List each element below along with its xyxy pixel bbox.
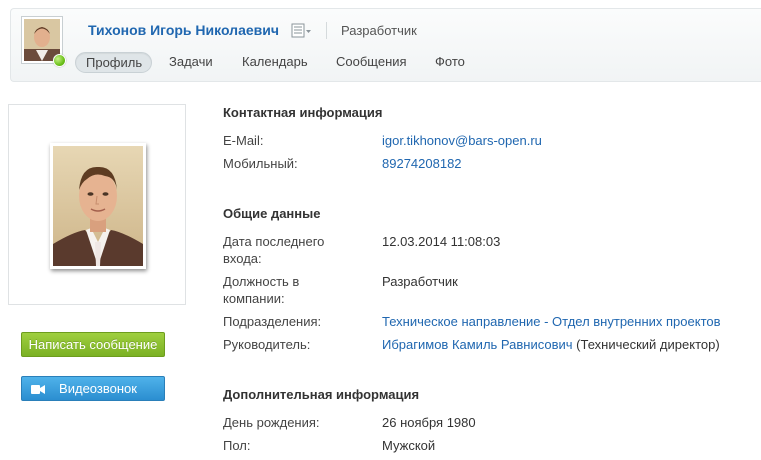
video-camera-icon: [31, 385, 45, 394]
extra-section-title: Дополнительная информация: [223, 387, 420, 402]
manager-label: Руководитель:: [223, 337, 311, 352]
profile-photo-image: [53, 146, 143, 266]
mobile-link[interactable]: 89274208182: [382, 155, 462, 172]
department-link[interactable]: Техническое направление - Отдел внутренн…: [382, 313, 721, 330]
manager-role: (Технический директор): [576, 337, 720, 352]
last-login-label-line2: входа:: [223, 251, 262, 266]
birthday-label: День рождения:: [223, 415, 320, 430]
company-position-label-line2: компании:: [223, 291, 285, 306]
tab-messages[interactable]: Сообщения: [336, 52, 407, 73]
manager-link[interactable]: Ибрагимов Камиль Равнисович: [382, 337, 573, 352]
tab-profile[interactable]: Профиль: [75, 52, 152, 73]
write-message-button[interactable]: Написать сообщение: [21, 332, 165, 357]
email-link[interactable]: igor.tikhonov@bars-open.ru: [382, 132, 542, 149]
last-login-label: Дата последнего входа:: [223, 233, 353, 267]
company-position-label-line1: Должность в: [223, 274, 300, 289]
header-divider: [326, 22, 327, 39]
user-full-name[interactable]: Тихонов Игорь Николаевич: [88, 22, 279, 38]
department-label: Подразделения:: [223, 314, 322, 329]
manager-value: Ибрагимов Камиль Равнисович (Технический…: [382, 336, 720, 353]
video-call-label: Видеозвонок: [59, 381, 137, 396]
gender-value: Мужской: [382, 438, 436, 453]
company-position-label: Должность в компании:: [223, 273, 353, 307]
tab-photo[interactable]: Фото: [435, 52, 465, 73]
profile-photo-box: [8, 104, 186, 305]
email-label: E-Mail:: [223, 133, 264, 148]
general-section-title: Общие данные: [223, 206, 321, 221]
user-avatar[interactable]: [21, 16, 67, 68]
online-status-icon: [53, 54, 66, 67]
list-menu-icon[interactable]: [291, 23, 313, 39]
profile-header: Тихонов Игорь Николаевич Разработчик Про…: [10, 8, 761, 82]
last-login-label-line1: Дата последнего: [223, 234, 325, 249]
video-call-button[interactable]: Видеозвонок: [21, 376, 165, 401]
contact-section-title: Контактная информация: [223, 105, 383, 120]
last-login-value: 12.03.2014 11:08:03: [382, 234, 501, 249]
gender-label: Пол:: [223, 438, 251, 453]
tab-calendar[interactable]: Календарь: [242, 52, 308, 73]
profile-photo[interactable]: [50, 143, 146, 269]
tab-tasks[interactable]: Задачи: [169, 52, 213, 73]
company-position-value: Разработчик: [382, 274, 458, 289]
birthday-value: 26 ноября 1980: [382, 415, 476, 430]
user-position: Разработчик: [341, 23, 417, 38]
mobile-label: Мобильный:: [223, 156, 298, 171]
